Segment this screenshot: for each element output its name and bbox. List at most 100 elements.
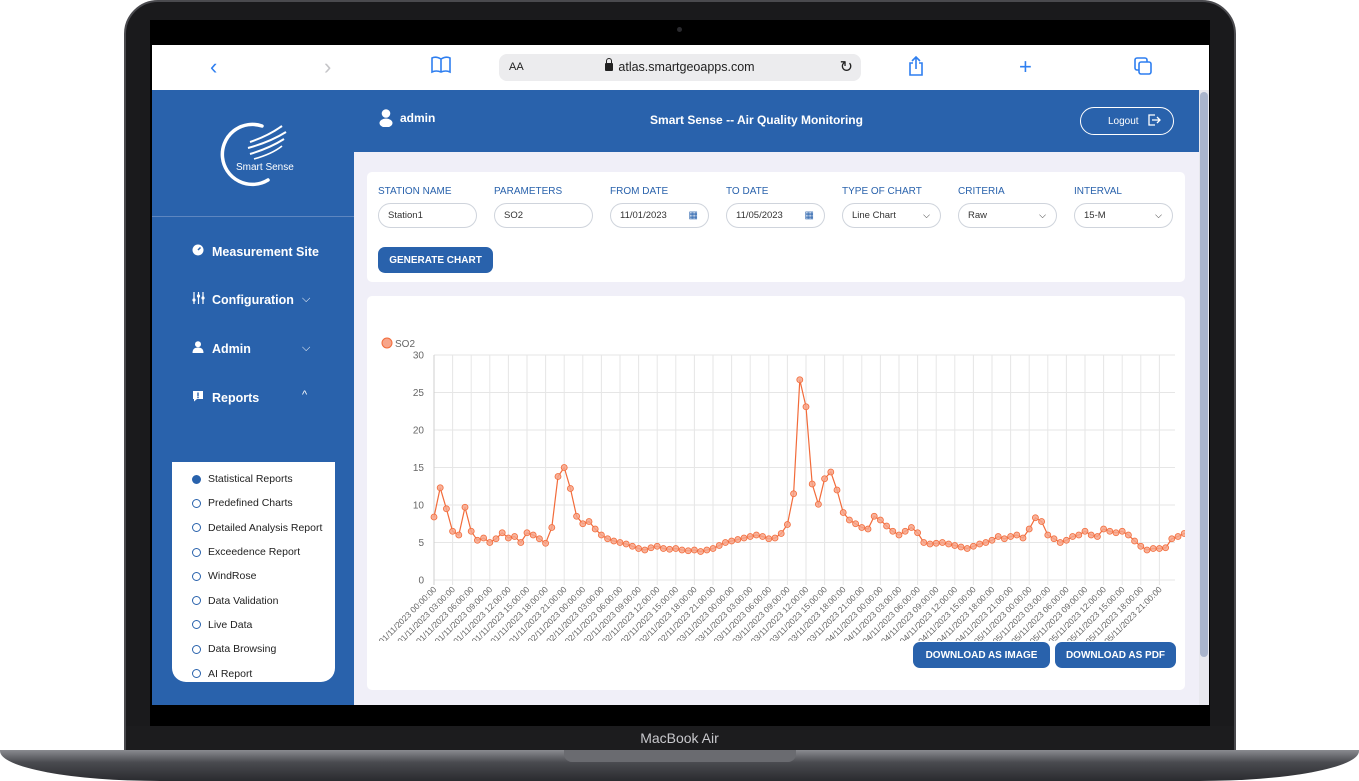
data-point	[573, 512, 581, 520]
new-tab-icon[interactable]: +	[1019, 54, 1032, 80]
data-point	[808, 480, 816, 488]
data-point	[932, 539, 940, 547]
data-point	[740, 534, 748, 542]
data-point	[548, 524, 556, 531]
bookmarks-icon[interactable]	[430, 55, 452, 81]
data-point	[436, 484, 444, 492]
submenu-item[interactable]: Detailed Analysis Report	[172, 516, 335, 540]
data-point	[647, 544, 655, 552]
data-point	[1038, 518, 1045, 525]
criteria-label: CRITERIA	[958, 186, 1005, 197]
chart-card: SO2 0 5 10 15 20 25 30 01/11/2023 00:00:00 01/11/…	[367, 296, 1185, 690]
chevron-down-icon: ⌵	[923, 210, 930, 220]
share-icon[interactable]	[907, 55, 925, 83]
app-logo[interactable]: Smart Sense	[210, 118, 300, 190]
download-image-button[interactable]: DOWNLOAD AS IMAGE	[913, 642, 1050, 668]
address-bar[interactable]: AA atlas.smartgeoapps.com ↻	[499, 54, 861, 81]
chart-type-value: Line Chart	[852, 210, 896, 221]
forward-icon[interactable]: ›	[324, 54, 331, 80]
data-point	[659, 545, 667, 552]
station-input[interactable]: Station1	[378, 203, 477, 228]
data-point	[945, 540, 952, 548]
data-point	[616, 539, 624, 546]
data-point	[752, 531, 760, 539]
y-tick-label: 5	[418, 538, 424, 549]
data-point	[529, 531, 537, 539]
data-point	[759, 533, 767, 540]
data-point	[796, 376, 804, 384]
data-point	[566, 485, 574, 492]
reload-icon[interactable]: ↻	[840, 57, 853, 77]
device-label: MacBook Air	[640, 730, 719, 746]
lock-icon	[605, 58, 614, 71]
submenu-item-label: WindRose	[208, 570, 257, 583]
sidebar-item-measurement-site[interactable]: Measurement Site	[190, 244, 319, 259]
data-point	[628, 542, 636, 550]
download-pdf-button[interactable]: DOWNLOAD AS PDF	[1055, 642, 1176, 668]
to-date-input[interactable]: 11/05/2023 ▦	[726, 203, 825, 228]
browser-toolbar: ‹ › AA atlas.smartgeoapps.com ↻ +	[152, 45, 1209, 90]
submenu-item[interactable]: Exceedence Report	[172, 540, 335, 564]
data-point	[709, 545, 717, 552]
data-point	[845, 516, 853, 524]
logout-button[interactable]: Logout	[1080, 107, 1174, 135]
data-point	[1025, 525, 1033, 533]
tabs-icon[interactable]	[1133, 56, 1153, 82]
data-point	[970, 542, 977, 550]
sidebar-item-reports[interactable]: Reports ^	[190, 389, 307, 405]
radio-icon	[192, 571, 201, 581]
station-label: STATION NAME	[378, 186, 452, 197]
submenu-item[interactable]: Live Data	[172, 613, 335, 637]
sidebar-item-configuration[interactable]: Configuration ⌵	[190, 292, 310, 307]
screen: ‹ › AA atlas.smartgeoapps.com ↻ + Smart …	[152, 45, 1209, 705]
data-point	[1149, 545, 1157, 552]
data-point	[976, 540, 983, 548]
data-point	[1032, 514, 1039, 522]
parameters-input[interactable]: SO2	[494, 203, 593, 228]
chevron-down-icon: ⌵	[302, 293, 311, 305]
sidebar-item-admin[interactable]: Admin ⌵	[190, 341, 310, 356]
data-point	[542, 539, 550, 547]
submenu-item[interactable]: Data Browsing	[172, 637, 335, 661]
radio-icon	[192, 498, 201, 508]
data-point	[653, 542, 661, 550]
y-tick-label: 20	[413, 426, 425, 437]
data-point	[908, 524, 915, 531]
sliders-icon	[190, 292, 206, 307]
submenu-item[interactable]: Statistical Reports	[172, 467, 335, 491]
data-point	[1001, 535, 1008, 543]
chart-type-label: TYPE OF CHART	[842, 186, 922, 197]
from-date-input[interactable]: 11/01/2023 ▦	[610, 203, 709, 228]
criteria-select[interactable]: Raw ⌵	[958, 203, 1057, 228]
submenu-item[interactable]: Predefined Charts	[172, 491, 335, 515]
submenu-item[interactable]: Data Validation	[172, 588, 335, 612]
submenu-item[interactable]: WindRose	[172, 564, 335, 588]
calendar-icon[interactable]: ▦	[805, 210, 814, 221]
submenu-item-label: Predefined Charts	[208, 497, 293, 510]
data-point	[771, 534, 779, 542]
scrollbar-thumb[interactable]	[1200, 92, 1208, 657]
logo-text: Smart Sense	[236, 162, 294, 173]
submenu-item-label: Detailed Analysis Report	[208, 521, 323, 534]
data-point	[920, 539, 928, 546]
data-point	[1075, 531, 1083, 539]
submenu-item[interactable]: AI Report	[172, 661, 335, 685]
generate-chart-button[interactable]: GENERATE CHART	[378, 247, 493, 273]
chevron-down-icon: ⌵	[1155, 210, 1162, 220]
chart-type-select[interactable]: Line Chart ⌵	[842, 203, 941, 228]
data-point	[957, 543, 965, 551]
data-point	[610, 537, 618, 545]
data-point	[1063, 536, 1070, 544]
data-point	[1050, 535, 1058, 543]
data-point	[1112, 529, 1120, 537]
back-icon[interactable]: ‹	[210, 54, 217, 80]
data-point	[672, 545, 680, 552]
y-tick-label: 25	[413, 388, 425, 399]
page-scrollbar[interactable]	[1199, 90, 1209, 705]
calendar-icon[interactable]: ▦	[689, 210, 698, 221]
interval-select[interactable]: 15-M ⌵	[1074, 203, 1173, 228]
radio-icon	[192, 620, 201, 630]
data-point	[889, 527, 897, 535]
data-point	[579, 520, 587, 528]
data-point	[1168, 535, 1176, 543]
